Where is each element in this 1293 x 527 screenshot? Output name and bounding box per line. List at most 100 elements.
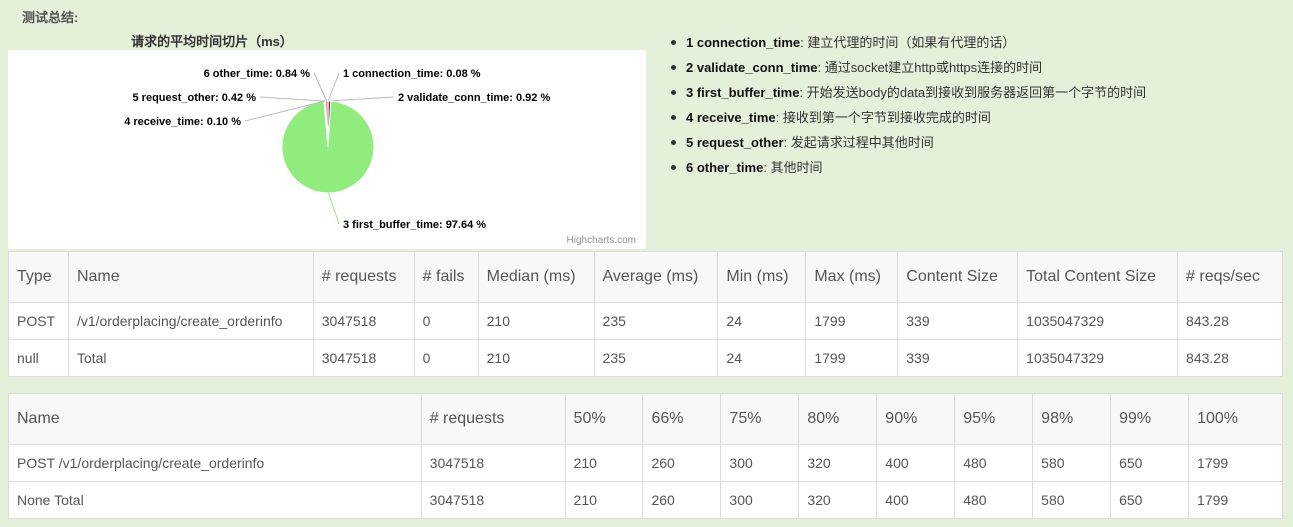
table-cell: 210 [564,444,644,482]
column-header[interactable]: 80% [798,393,878,445]
column-header[interactable]: 100% [1188,393,1283,445]
table-header-row: Type Name # requests # fails Median (ms)… [8,251,1283,303]
table-cell: 650 [1110,481,1190,519]
legend-desc: : 发起请求过程中其他时间 [783,135,934,150]
column-header[interactable]: Name [8,393,422,445]
table-cell: POST [8,302,69,340]
column-header[interactable]: Max (ms) [805,251,899,303]
column-header[interactable]: # requests [420,393,566,445]
data-label-connector [259,96,325,102]
data-label-connector [329,96,395,102]
column-header[interactable]: 75% [720,393,800,445]
table-row: POST /v1/orderplacing/create_orderinfo 3… [8,302,1283,340]
table-cell: 480 [954,481,1034,519]
column-header[interactable]: Content Size [897,251,1019,303]
column-header[interactable]: 98% [1032,393,1112,445]
table-cell: 3047518 [312,302,415,340]
legend-item: 5 request_other: 发起请求过程中其他时间 [668,130,1146,155]
table-cell: 650 [1110,444,1190,482]
table-cell: 320 [798,481,878,519]
table-cell: null [8,339,69,377]
legend-desc: : 其他时间 [763,160,823,175]
column-header[interactable]: Total Content Size [1017,251,1179,303]
legend-desc: : 开始发送body的data到接收到服务器返回第一个字节的时间 [799,85,1147,100]
table-cell: 24 [717,339,807,377]
table-cell: 1799 [805,339,899,377]
column-header[interactable]: Name [67,251,314,303]
table-cell: 0 [413,302,479,340]
table-cell: 400 [876,444,956,482]
table-cell: 320 [798,444,878,482]
table-cell: 339 [897,302,1019,340]
table-cell: /v1/orderplacing/create_orderinfo [67,302,314,340]
data-label-connector [328,192,340,225]
legend-key: 4 receive_time [686,110,776,125]
legend-desc: : 建立代理的时间（如果有代理的话） [800,35,1016,50]
table-cell: 235 [593,302,719,340]
legend-key: 5 request_other [686,135,784,150]
legend-item: 3 first_buffer_time: 开始发送body的data到接收到服务… [668,80,1146,105]
table-cell: Total [67,339,314,377]
table-cell: 210 [564,481,644,519]
table-cell: 1799 [1188,444,1283,482]
table-cell: 400 [876,481,956,519]
column-header[interactable]: Average (ms) [593,251,719,303]
table-row: null Total 3047518 0 210 235 24 1799 339… [8,339,1283,377]
timing-legend-list: 1 connection_time: 建立代理的时间（如果有代理的话） 2 va… [668,30,1146,180]
percentile-table: Name # requests 50% 66% 75% 80% 90% 95% … [8,393,1283,519]
table-cell: 580 [1032,481,1112,519]
pie-chart-svg: 1 connection_time: 0.08 % 2 validate_conn… [124,68,550,231]
legend-item: 2 validate_conn_time: 通过socket建立http或htt… [668,55,1146,80]
data-label: 1 connection_time: 0.08 % [343,68,481,80]
table-header-row: Name # requests 50% 66% 75% 80% 90% 95% … [8,393,1283,445]
table-row: None Total 3047518 210 260 300 320 400 4… [8,481,1283,519]
legend-desc: : 接收到第一个字节到接收完成的时间 [775,110,991,125]
legend-key: 3 first_buffer_time [686,85,800,100]
table-cell: 235 [593,339,719,377]
legend-item: 6 other_time: 其他时间 [668,155,1146,180]
summary-title: 测试总结: [22,10,79,25]
column-header[interactable]: Min (ms) [717,251,807,303]
table-cell: 843.28 [1177,339,1283,377]
table-cell: 3047518 [312,339,415,377]
legend-key: 2 validate_conn_time [686,60,818,75]
data-label-connector [327,72,340,102]
table-cell: 260 [642,444,722,482]
column-header[interactable]: 95% [954,393,1034,445]
data-label: 3 first_buffer_time: 97.64 % [343,219,486,231]
table-cell: 0 [413,339,479,377]
table-cell: 300 [720,444,800,482]
table-cell: 300 [720,481,800,519]
table-cell: 580 [1032,444,1112,482]
table-cell: POST /v1/orderplacing/create_orderinfo [8,444,422,482]
column-header[interactable]: # reqs/sec [1177,251,1283,303]
column-header[interactable]: Median (ms) [477,251,595,303]
legend-key: 6 other_time [686,160,764,175]
legend-item: 4 receive_time: 接收到第一个字节到接收完成的时间 [668,105,1146,130]
table-cell: 260 [642,481,722,519]
column-header[interactable]: Type [8,251,69,303]
column-header[interactable]: 66% [642,393,722,445]
column-header[interactable]: # fails [413,251,479,303]
table-cell: None Total [8,481,422,519]
data-label: 2 validate_conn_time: 0.92 % [398,92,550,104]
data-label: 5 request_other: 0.42 % [133,92,257,104]
data-label-connector [313,72,328,102]
table-cell: 24 [717,302,807,340]
request-stats-table: Type Name # requests # fails Median (ms)… [8,251,1283,377]
table-cell: 1799 [1188,481,1283,519]
chart-credits[interactable]: Highcharts.com [567,235,636,246]
data-label: 4 receive_time: 0.10 % [124,116,241,128]
table-cell: 339 [897,339,1019,377]
column-header[interactable]: # requests [312,251,415,303]
column-header[interactable]: 90% [876,393,956,445]
column-header[interactable]: 99% [1110,393,1190,445]
table-cell: 480 [954,444,1034,482]
legend-item: 1 connection_time: 建立代理的时间（如果有代理的话） [668,30,1146,55]
table-cell: 3047518 [420,444,566,482]
table-cell: 1035047329 [1017,339,1179,377]
table-cell: 210 [477,302,595,340]
legend-desc: : 通过socket建立http或https连接的时间 [817,60,1043,75]
pie-chart: 1 connection_time: 0.08 % 2 validate_conn… [8,50,646,249]
column-header[interactable]: 50% [564,393,644,445]
